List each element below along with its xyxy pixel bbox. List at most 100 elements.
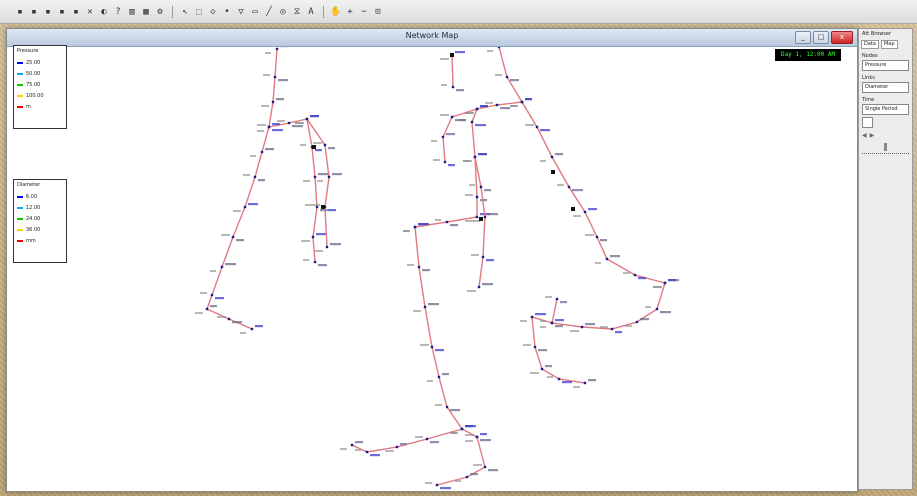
junction-node[interactable] <box>540 367 544 371</box>
junction-node[interactable] <box>475 215 479 219</box>
nodes-select[interactable]: Pressure <box>862 60 909 71</box>
junction-node[interactable] <box>231 235 235 239</box>
junction-node[interactable] <box>210 293 214 297</box>
junction-node[interactable] <box>227 317 231 321</box>
junction-node[interactable] <box>567 185 571 189</box>
junction-node[interactable] <box>325 245 329 249</box>
junction-node[interactable] <box>550 321 554 325</box>
table-icon[interactable]: ▦ <box>140 6 152 18</box>
junction-node[interactable] <box>443 160 447 164</box>
find-icon[interactable]: ◐ <box>98 6 110 18</box>
junction-node[interactable] <box>583 210 587 214</box>
junction-node[interactable] <box>253 175 257 179</box>
junction-node[interactable] <box>323 143 327 147</box>
time-step-box[interactable] <box>862 117 873 128</box>
select-vertex-icon[interactable]: ◇ <box>207 6 219 18</box>
junction-node[interactable] <box>423 305 427 309</box>
junction-node[interactable] <box>533 345 537 349</box>
junction-node[interactable] <box>475 195 479 199</box>
query-icon[interactable]: ? <box>112 6 124 18</box>
junction-node[interactable] <box>460 427 464 431</box>
junction-node[interactable] <box>605 257 609 261</box>
junction-node[interactable] <box>477 285 481 289</box>
add-junction-icon[interactable]: • <box>221 6 233 18</box>
link-legend[interactable]: Diameter 6.00 12.00 24.00 36.00 mm <box>13 179 67 263</box>
junction-node[interactable] <box>483 465 487 469</box>
save-icon[interactable]: ▪ <box>42 6 54 18</box>
junction-node[interactable] <box>430 345 434 349</box>
zoom-in-icon[interactable]: + <box>344 6 356 18</box>
network-drawing[interactable] <box>7 43 857 491</box>
junction-node[interactable] <box>267 125 271 129</box>
zoom-out-icon[interactable]: − <box>358 6 370 18</box>
junction-node[interactable] <box>435 483 439 487</box>
junction-node[interactable] <box>395 445 399 449</box>
tank-node[interactable] <box>571 207 575 211</box>
junction-node[interactable] <box>530 315 534 319</box>
graph-icon[interactable]: ▥ <box>126 6 138 18</box>
animation-speed-slider[interactable] <box>862 143 909 154</box>
junction-node[interactable] <box>635 320 639 324</box>
junction-node[interactable] <box>313 175 317 179</box>
time-select[interactable]: Single Period <box>862 104 909 115</box>
junction-node[interactable] <box>520 100 524 104</box>
add-reservoir-icon[interactable]: ▽ <box>235 6 247 18</box>
slider-thumb[interactable] <box>884 143 887 151</box>
junction-node[interactable] <box>305 117 309 121</box>
junction-node[interactable] <box>260 150 264 154</box>
junction-node[interactable] <box>655 307 659 311</box>
junction-node[interactable] <box>350 443 354 447</box>
junction-node[interactable] <box>417 265 421 269</box>
junction-node[interactable] <box>580 325 584 329</box>
add-tank-icon[interactable]: ▭ <box>249 6 261 18</box>
network-map-canvas[interactable] <box>7 43 857 491</box>
tab-data[interactable]: Data <box>861 39 879 49</box>
junction-node[interactable] <box>275 47 279 51</box>
junction-node[interactable] <box>555 297 559 301</box>
links-select[interactable]: Diameter <box>862 82 909 93</box>
pipe-link[interactable] <box>498 46 666 284</box>
junction-node[interactable] <box>451 85 455 89</box>
close-button[interactable]: x <box>831 31 853 44</box>
pipe-link[interactable] <box>414 226 478 438</box>
junction-node[interactable] <box>273 75 277 79</box>
junction-node[interactable] <box>465 475 469 479</box>
open-icon[interactable]: ▪ <box>28 6 40 18</box>
add-valve-icon[interactable]: ⧖ <box>291 6 303 18</box>
junction-node[interactable] <box>445 405 449 409</box>
junction-node[interactable] <box>287 121 291 125</box>
junction-node[interactable] <box>483 215 487 219</box>
junction-node[interactable] <box>663 281 667 285</box>
add-pump-icon[interactable]: ◎ <box>277 6 289 18</box>
junction-node[interactable] <box>550 155 554 159</box>
pointer-icon[interactable]: ↖ <box>179 6 191 18</box>
junction-node[interactable] <box>413 225 417 229</box>
copy-icon[interactable]: ▪ <box>70 6 82 18</box>
delete-icon[interactable]: ✕ <box>84 6 96 18</box>
junction-node[interactable] <box>311 235 315 239</box>
node-legend[interactable]: Pressure 25.00 50.00 75.00 100.00 m <box>13 45 67 129</box>
junction-node[interactable] <box>425 437 429 441</box>
junction-node[interactable] <box>497 45 501 49</box>
junction-node[interactable] <box>243 205 247 209</box>
options-icon[interactable]: ⚙ <box>154 6 166 18</box>
junction-node[interactable] <box>505 75 509 79</box>
pipe-link[interactable] <box>414 101 523 228</box>
junction-node[interactable] <box>437 375 441 379</box>
print-icon[interactable]: ▪ <box>56 6 68 18</box>
pipe-link[interactable] <box>206 48 278 330</box>
junction-node[interactable] <box>475 107 479 111</box>
junction-node[interactable] <box>479 185 483 189</box>
tank-node[interactable] <box>479 217 483 221</box>
junction-node[interactable] <box>271 100 275 104</box>
new-icon[interactable]: ▪ <box>14 6 26 18</box>
junction-node[interactable] <box>205 307 209 311</box>
junction-node[interactable] <box>557 377 561 381</box>
add-label-icon[interactable]: A <box>305 6 317 18</box>
maximize-button[interactable]: □ <box>813 31 829 44</box>
junction-node[interactable] <box>365 450 369 454</box>
play-icon[interactable]: ▶ <box>870 132 875 139</box>
junction-node[interactable] <box>470 120 474 124</box>
tank-node[interactable] <box>551 170 555 174</box>
junction-node[interactable] <box>441 135 445 139</box>
